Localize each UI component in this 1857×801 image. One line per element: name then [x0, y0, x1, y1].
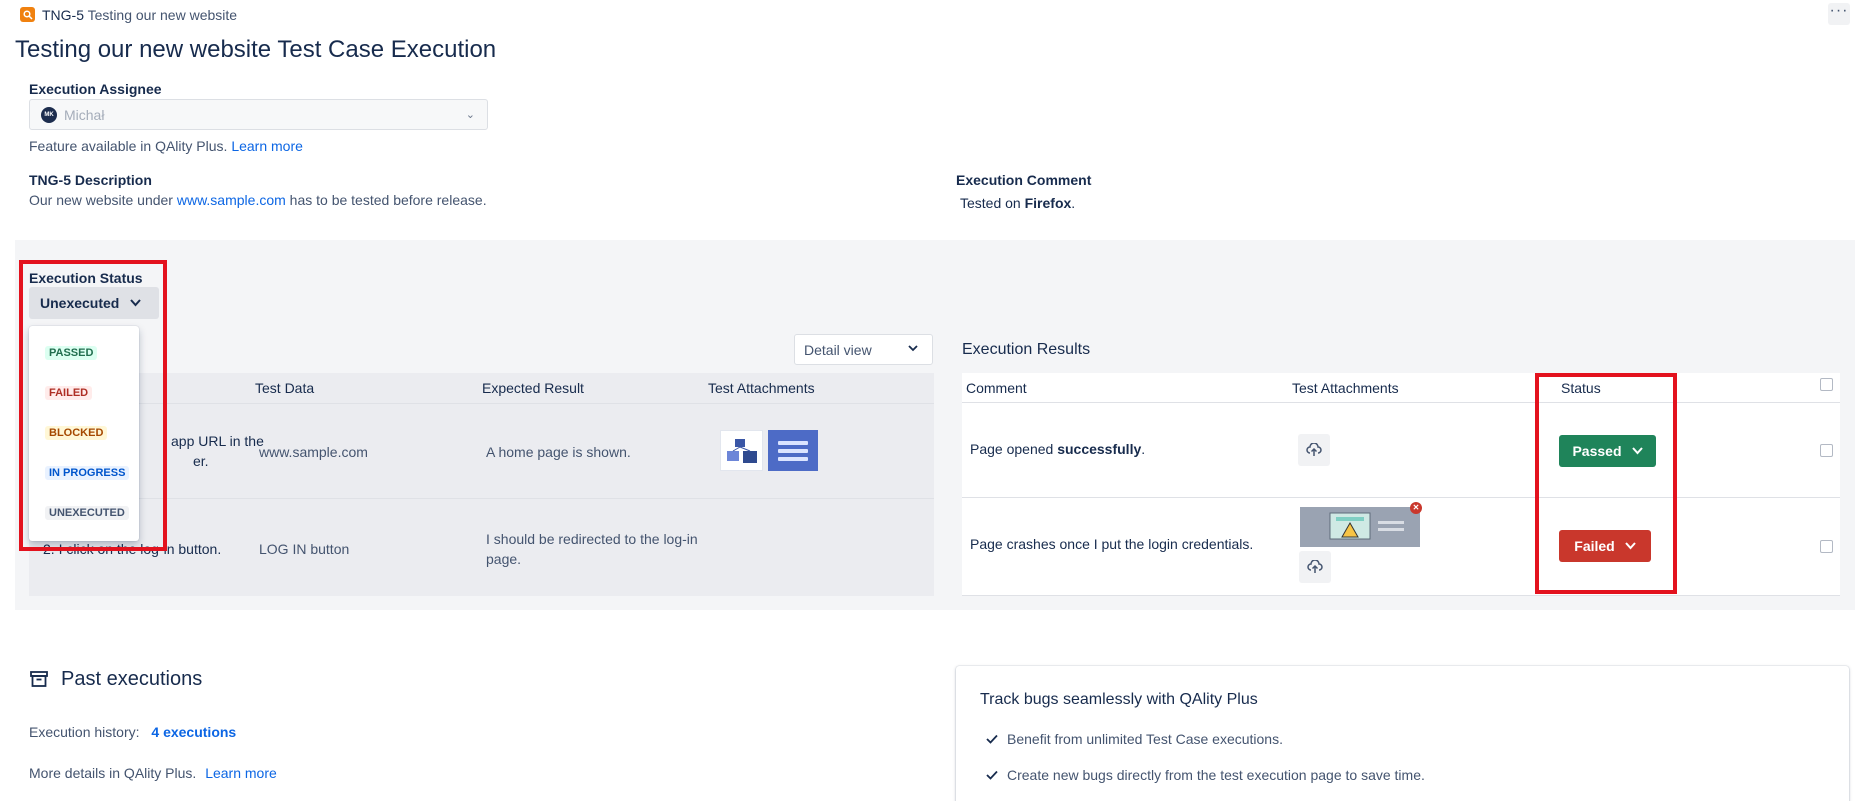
upload-cloud-icon[interactable]: [1299, 551, 1331, 583]
upload-cloud-icon[interactable]: [1298, 434, 1330, 466]
comment-label: Execution Comment: [956, 172, 1092, 188]
check-icon: [986, 770, 998, 780]
app-logo-icon: [20, 7, 35, 22]
check-icon: [986, 734, 998, 744]
column-test-attachments: Test Attachments: [1292, 380, 1399, 396]
description-text-after: has to be tested before release.: [289, 192, 487, 208]
highlight-box-status-column: [1535, 373, 1677, 594]
comment-text-before: Tested on: [960, 195, 1021, 211]
promo-item: Benefit from unlimited Test Case executi…: [986, 731, 1283, 747]
promo-title: Track bugs seamlessly with QAlity Plus: [980, 691, 1258, 708]
promo-item-text: Create new bugs directly from the test e…: [1007, 767, 1425, 783]
step-expected-result: I should be redirected to the log-in pag…: [486, 529, 698, 569]
step-expected-line1: I should be redirected to the log-in: [486, 531, 698, 547]
avatar: MK: [41, 106, 57, 123]
result-comment-bold: successfully: [1057, 441, 1142, 457]
results-table-header: Comment Test Attachments Status: [962, 373, 1840, 403]
history-link[interactable]: 4 executions: [151, 724, 236, 740]
feature-note: Feature available in QAlity Plus. Learn …: [29, 138, 303, 154]
details-learn-more-link[interactable]: Learn more: [205, 765, 277, 781]
breadcrumb[interactable]: TNG-5 Testing our new website: [42, 7, 237, 23]
history-label: Execution history:: [29, 724, 140, 740]
results-title: Execution Results: [962, 341, 1091, 358]
result-comment-after: .: [1141, 441, 1146, 457]
attachment-thumbnail[interactable]: [1300, 507, 1420, 547]
select-all-checkbox[interactable]: [1820, 378, 1833, 391]
result-comment-before: Page opened: [970, 441, 1054, 457]
step-action: app URL in the er.: [171, 431, 264, 471]
promo-item: Create new bugs directly from the test e…: [986, 767, 1425, 783]
chevron-down-icon: [908, 343, 918, 355]
description-text: Our new website under www.sample.com has…: [29, 192, 487, 208]
column-test-attachments: Test Attachments: [708, 380, 815, 396]
description-text-before: Our new website under: [29, 192, 173, 208]
feature-note-text: Feature available in QAlity Plus.: [29, 138, 228, 154]
step-expected-line2: page.: [486, 551, 522, 567]
page-title: Testing our new website Test Case Execut…: [15, 36, 497, 63]
assignee-value: Michał: [64, 106, 105, 123]
sample-link[interactable]: www.sample.com: [177, 192, 286, 208]
promo-item-text: Benefit from unlimited Test Case executi…: [1007, 731, 1283, 747]
assignee-label: Execution Assignee: [29, 81, 162, 97]
step-action-line1: app URL in the: [171, 433, 264, 449]
step-expected-result: A home page is shown.: [486, 444, 631, 460]
column-test-data: Test Data: [255, 380, 315, 396]
column-expected-result: Expected Result: [482, 380, 584, 396]
step-test-data-link[interactable]: www.sample.com: [259, 442, 368, 462]
result-row: Page opened successfully.: [962, 403, 1840, 498]
issue-title: Testing our new website: [87, 7, 238, 23]
execution-history: Execution history: 4 executions: [29, 724, 236, 740]
issue-key[interactable]: TNG-5: [42, 7, 84, 23]
comment-text: Tested on Firefox.: [960, 195, 1075, 211]
result-comment: Page opened successfully.: [970, 439, 1145, 459]
step-test-data: LOG IN button: [259, 541, 350, 557]
more-details: More details in QAlity Plus. Learn more: [29, 765, 277, 781]
result-comment: Page crashes once I put the login creden…: [970, 536, 1254, 552]
chevron-down-icon: ⌄: [465, 109, 475, 121]
attachment-thumbnail[interactable]: [768, 430, 818, 471]
comment-text-after: .: [1071, 195, 1076, 211]
remove-attachment-icon[interactable]: ✕: [1410, 502, 1422, 514]
past-executions-title: Past executions: [61, 668, 203, 690]
step-action-line2: er.: [193, 453, 209, 469]
view-select-value: Detail view: [804, 341, 872, 358]
description-label: TNG-5 Description: [29, 172, 152, 188]
comment-bold: Firefox: [1024, 195, 1072, 211]
assignee-select[interactable]: MK Michał ⌄: [29, 99, 488, 130]
attachment-thumbnail[interactable]: [720, 430, 763, 471]
column-comment: Comment: [966, 380, 1027, 396]
row-checkbox[interactable]: [1820, 444, 1833, 457]
view-select[interactable]: Detail view: [794, 334, 933, 365]
details-text: More details in QAlity Plus.: [29, 765, 197, 781]
more-actions-button[interactable]: ···: [1828, 3, 1850, 25]
row-checkbox[interactable]: [1820, 540, 1833, 553]
archive-icon: [29, 669, 49, 689]
highlight-box-execution-status: [19, 260, 167, 551]
learn-more-link[interactable]: Learn more: [231, 138, 303, 154]
